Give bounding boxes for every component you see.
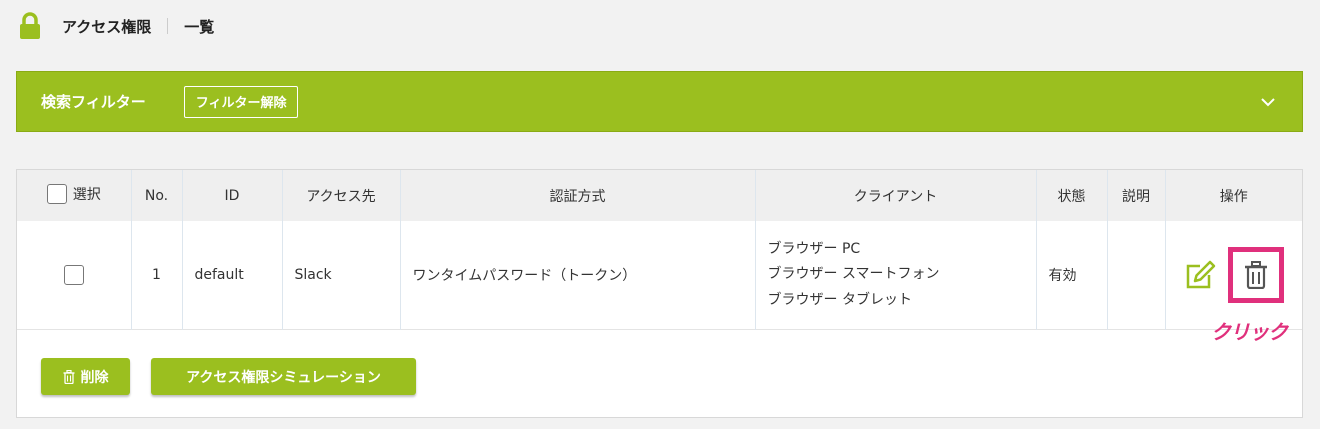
edit-icon[interactable] bbox=[1184, 260, 1216, 290]
search-filter-bar[interactable]: 検索フィルター フィルター解除 bbox=[16, 71, 1303, 132]
col-no: No. bbox=[131, 170, 183, 221]
col-select-label: 選択 bbox=[72, 186, 101, 203]
page-title: アクセス権限 bbox=[62, 17, 152, 36]
trash-icon bbox=[63, 369, 74, 384]
col-description: 説明 bbox=[1107, 170, 1166, 221]
delete-row-button[interactable] bbox=[1227, 246, 1284, 303]
row-checkbox[interactable] bbox=[63, 264, 84, 285]
select-all-checkbox[interactable] bbox=[46, 183, 67, 204]
col-status: 状態 bbox=[1036, 170, 1108, 221]
table-row: 1 default Slack ワンタイムパスワード（トークン） ブラウザー P… bbox=[17, 221, 1302, 329]
col-auth-method: 認証方式 bbox=[400, 170, 756, 221]
col-access-to: アクセス先 bbox=[282, 170, 401, 221]
row-status: 有効 bbox=[1036, 221, 1108, 329]
chevron-down-icon[interactable] bbox=[1260, 94, 1276, 110]
row-actions bbox=[1165, 221, 1302, 329]
row-clients: ブラウザー PC ブラウザー スマートフォン ブラウザー タブレット bbox=[755, 221, 1037, 329]
row-no: 1 bbox=[131, 221, 183, 329]
lock-icon bbox=[20, 12, 40, 39]
clear-filter-button[interactable]: フィルター解除 bbox=[183, 85, 299, 118]
col-select: 選択 bbox=[17, 170, 132, 221]
delete-button-label: 削除 bbox=[80, 369, 109, 386]
client-item: ブラウザー スマートフォン bbox=[767, 266, 940, 282]
page-header: アクセス権限 一覧 bbox=[18, 12, 214, 40]
col-id: ID bbox=[182, 170, 283, 221]
row-auth-method: ワンタイムパスワード（トークン） bbox=[400, 221, 756, 329]
trash-icon bbox=[1244, 260, 1267, 289]
delete-button[interactable]: 削除 bbox=[41, 358, 130, 395]
filter-title: 検索フィルター bbox=[41, 93, 146, 111]
row-id: default bbox=[182, 221, 283, 329]
access-table-panel: 選択 No. ID アクセス先 認証方式 クライアント 状態 説明 操作 1 d… bbox=[16, 169, 1303, 418]
access-table: 選択 No. ID アクセス先 認証方式 クライアント 状態 説明 操作 1 d… bbox=[17, 170, 1302, 330]
table-header-row: 選択 No. ID アクセス先 認証方式 クライアント 状態 説明 操作 bbox=[17, 170, 1302, 221]
row-description bbox=[1107, 221, 1166, 329]
row-select-cell bbox=[17, 221, 132, 329]
page-subtitle: 一覧 bbox=[184, 17, 215, 36]
click-annotation: クリック bbox=[1211, 320, 1288, 344]
access-simulation-button[interactable]: アクセス権限シミュレーション bbox=[151, 358, 416, 395]
client-item: ブラウザー タブレット bbox=[767, 291, 912, 308]
col-actions: 操作 bbox=[1219, 188, 1248, 205]
col-client: クライアント bbox=[755, 170, 1037, 221]
client-item: ブラウザー PC bbox=[767, 240, 861, 257]
row-access-to: Slack bbox=[282, 221, 401, 329]
title-divider bbox=[167, 18, 169, 34]
